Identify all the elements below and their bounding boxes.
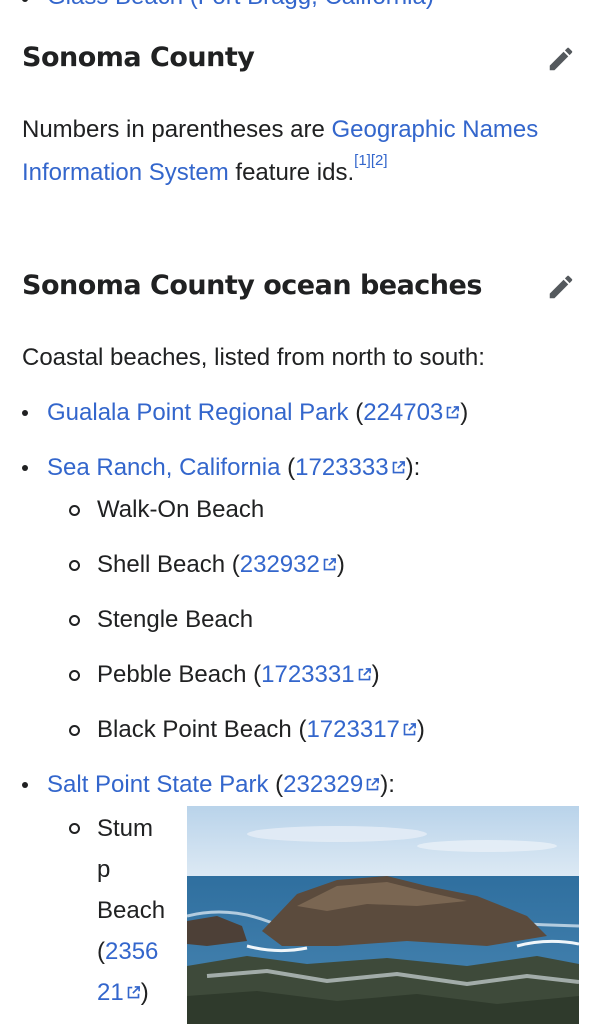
external-link-icon: [366, 778, 380, 791]
section2-intro: Coastal beaches, listed from north to so…: [22, 344, 485, 371]
bullet: [22, 410, 28, 416]
sea-ranch-link[interactable]: Sea Ranch, California: [47, 454, 280, 481]
salt-point-link[interactable]: Salt Point State Park: [47, 771, 268, 798]
paren: ): [336, 551, 345, 578]
circle-bullet: [69, 725, 80, 736]
external-link-icon: [127, 986, 140, 999]
paren: ): [416, 716, 425, 743]
paren: ): [460, 399, 469, 426]
gnis-id-link[interactable]: 1723317: [306, 716, 399, 743]
glass-beach-link[interactable]: Glass Beach (Fort Bragg, California): [47, 0, 434, 12]
gnis-id-link[interactable]: 2356: [105, 938, 158, 965]
shell-beach-label: Shell Beach: [97, 551, 226, 578]
list-item: Sea Ranch, California (1723333):: [0, 448, 592, 488]
gnis-id-link[interactable]: 1723333: [295, 454, 388, 481]
list-item: Black Point Beach (1723317): [0, 710, 592, 750]
coastal-rocks-photo[interactable]: [187, 806, 579, 1024]
gnis-id-link[interactable]: 21: [97, 979, 124, 1006]
stump-beach-label: p: [97, 856, 111, 883]
external-link-icon: [446, 406, 460, 419]
paren: (: [355, 399, 364, 426]
stump-beach-label: Stum: [97, 815, 154, 842]
list-item: Glass Beach (Fort Bragg, California): [0, 0, 592, 16]
paren: ): [140, 979, 149, 1006]
section1-paragraph: Numbers in parentheses are Geographic Na…: [22, 108, 572, 194]
circle-bullet: [69, 615, 80, 626]
section-heading-ocean-beaches: Sonoma County ocean beaches: [22, 270, 482, 301]
walk-on-beach-label: Walk-On Beach: [97, 496, 265, 523]
list-item: Shell Beach (232932): [0, 545, 592, 585]
coastal-rocks-image: [187, 806, 579, 1024]
stengle-beach-label: Stengle Beach: [97, 606, 254, 633]
list-item: Stengle Beach: [0, 600, 592, 640]
circle-bullet: [69, 505, 80, 516]
para-text-suffix: feature ids.: [228, 159, 355, 186]
paren: (: [97, 938, 105, 965]
circle-bullet: [69, 560, 80, 571]
external-link-icon: [403, 723, 416, 736]
paren: ):: [380, 771, 395, 798]
paren: (: [231, 551, 240, 578]
paren: ): [371, 661, 380, 688]
stump-beach-item: Stum p Beach (2356 21): [97, 808, 177, 1013]
external-link-icon: [323, 558, 336, 571]
circle-bullet: [69, 670, 80, 681]
black-point-beach-label: Black Point Beach: [97, 716, 292, 743]
external-link-icon: [392, 461, 405, 474]
bullet: [22, 782, 28, 788]
section-heading-sonoma-county: Sonoma County: [22, 42, 255, 73]
bullet: [22, 465, 28, 471]
list-item: Gualala Point Regional Park (224703): [0, 393, 592, 433]
list-item: Salt Point State Park (232329):: [0, 765, 592, 805]
external-link-icon: [358, 668, 371, 681]
paren: (: [275, 771, 284, 798]
list-item: Pebble Beach (1723331): [0, 655, 592, 695]
paren: ):: [405, 454, 421, 481]
gnis-id-link[interactable]: 1723331: [261, 661, 354, 688]
pencil-edit-icon[interactable]: [546, 44, 576, 74]
paren: (: [253, 661, 262, 688]
gualala-point-link[interactable]: Gualala Point Regional Park: [47, 399, 349, 426]
stump-beach-label: Beach: [97, 897, 166, 924]
pencil-edit-icon[interactable]: [546, 272, 576, 302]
circle-bullet: [69, 823, 80, 834]
para-text: Numbers in parentheses are: [22, 116, 332, 143]
reference-link-2[interactable]: [2]: [371, 152, 388, 169]
gnis-id-link[interactable]: 224703: [363, 399, 443, 426]
pebble-beach-label: Pebble Beach: [97, 661, 247, 688]
reference-link-1[interactable]: [1]: [354, 152, 371, 169]
list-item: Walk-On Beach: [0, 490, 592, 530]
gnis-id-link[interactable]: 232932: [240, 551, 320, 578]
bullet: [22, 0, 28, 2]
gnis-id-link[interactable]: 232329: [283, 771, 363, 798]
paren: (: [287, 454, 296, 481]
